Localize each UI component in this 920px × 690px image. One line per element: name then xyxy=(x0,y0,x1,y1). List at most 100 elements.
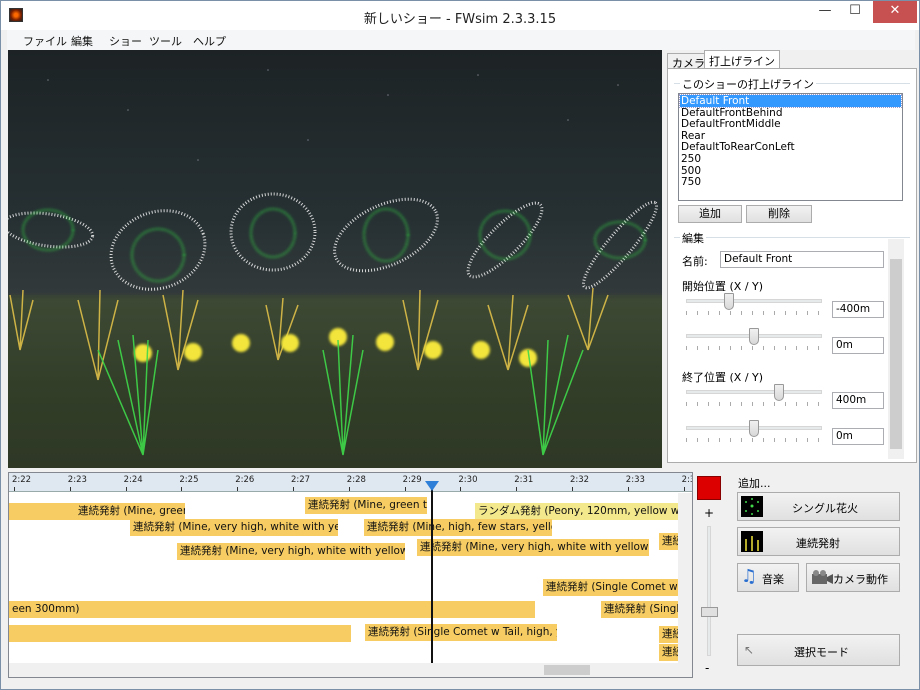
add-music-button[interactable]: ♫ 音楽 xyxy=(737,563,799,592)
time-tick-label: 2:31 xyxy=(514,475,534,485)
time-tick-mark xyxy=(516,487,518,491)
panel-scrollbar-thumb[interactable] xyxy=(890,259,902,449)
select-mode-button[interactable]: ↖ 選択モード xyxy=(737,634,900,666)
add-single-firework-button[interactable]: シングル花火 xyxy=(737,492,900,521)
add-line-button[interactable]: 追加 xyxy=(678,205,742,223)
timeline-event-bar[interactable]: 連続発射 (Mine, green t xyxy=(75,503,185,520)
time-tick-label: 2:24 xyxy=(123,475,143,485)
zoom-out-icon[interactable]: - xyxy=(705,661,709,675)
timeline-event-bar[interactable]: 連続発射 (Single Comet w Tail, high, yell xyxy=(365,624,557,641)
time-tick-mark xyxy=(460,487,462,491)
launch-line-item[interactable]: Rear xyxy=(680,130,901,142)
timeline-event-bar[interactable]: ランダム発射 (Peony, 120mm, yellow w orange xyxy=(475,503,679,520)
add-continuous-label: 連続発射 xyxy=(796,537,840,550)
window-title: 新しいショー - FWsim 2.3.3.15 xyxy=(363,12,557,27)
menu-edit[interactable]: 編集 xyxy=(71,33,93,49)
launch-line-list[interactable]: Default Front DefaultFrontBehind DefaultFr… xyxy=(678,93,903,201)
timeline-event-bar[interactable]: 連続 xyxy=(659,533,679,550)
time-tick-mark xyxy=(348,487,350,491)
menu-help[interactable]: ヘルプ xyxy=(193,33,226,49)
timeline-vertical-scrollbar[interactable] xyxy=(678,493,692,663)
time-tick-label: 2:23 xyxy=(67,475,87,485)
timeline-event-bar[interactable]: 連続発射 (Singl xyxy=(601,601,679,618)
timeline-event-bar[interactable]: 連続発射 (Mine, high, few stars, yellow) xyxy=(364,519,552,536)
name-label: 名前: xyxy=(682,255,708,268)
time-tick-label: 2:34 xyxy=(681,475,692,485)
end-x-slider[interactable] xyxy=(686,390,822,394)
3d-viewport[interactable] xyxy=(8,50,662,468)
launch-line-item[interactable]: DefaultToRearConLeft xyxy=(680,141,901,153)
time-tick-mark xyxy=(14,487,15,491)
zoom-slider-thumb[interactable] xyxy=(701,607,718,618)
continuous-fire-icon xyxy=(741,531,763,552)
start-x-slider[interactable] xyxy=(686,299,822,303)
timeline-event-bar[interactable]: 連続 xyxy=(659,626,679,643)
end-y-field[interactable]: 0m xyxy=(832,428,884,445)
cursor-arrow-icon: ↖ xyxy=(744,643,755,657)
menu-show[interactable]: ショー xyxy=(109,33,142,49)
maximize-button[interactable]: ☐ xyxy=(841,1,869,23)
start-y-slider-thumb[interactable] xyxy=(749,328,759,345)
time-ruler[interactable]: 2:22 2:23 2:24 2:25 2:26 2:27 2:28 2:29 2:30 2:31… xyxy=(9,473,692,492)
launch-line-item[interactable]: DefaultFrontBehind xyxy=(680,107,901,119)
night-stars xyxy=(47,69,619,161)
slider-ticks xyxy=(686,311,822,315)
menu-tools[interactable]: ツール xyxy=(149,33,182,49)
time-tick-mark xyxy=(683,487,685,491)
time-tick-mark xyxy=(627,487,629,491)
end-position-label: 終了位置 (X / Y) xyxy=(682,371,764,384)
start-position-label: 開始位置 (X / Y) xyxy=(682,280,764,293)
launch-line-item[interactable]: DefaultFrontMiddle xyxy=(680,118,901,130)
timeline-event-bar[interactable] xyxy=(9,503,75,520)
timeline[interactable]: 2:22 2:23 2:24 2:25 2:26 2:27 2:28 2:29 2:30 2:31… xyxy=(8,472,693,678)
time-tick-mark xyxy=(404,487,406,491)
end-y-slider-thumb[interactable] xyxy=(749,420,759,437)
timeline-event-bar[interactable]: 連続発射 (Mine, very high, white with yellow… xyxy=(417,539,649,556)
select-mode-label: 選択モード xyxy=(794,646,849,659)
timeline-event-bar[interactable]: 連続発射 (Mine, very high, white with yellow xyxy=(130,519,338,536)
end-x-slider-thumb[interactable] xyxy=(774,384,785,401)
launch-line-item[interactable]: 500 xyxy=(680,165,901,177)
timeline-event-bar[interactable]: 連続 xyxy=(659,644,679,661)
time-tick-label: 2:30 xyxy=(458,475,478,485)
add-continuous-button[interactable]: 連続発射 xyxy=(737,527,900,556)
single-firework-icon xyxy=(741,496,763,517)
green-ring-bursts xyxy=(21,207,647,283)
time-tick-label: 2:29 xyxy=(402,475,422,485)
launch-line-item[interactable]: 250 xyxy=(680,153,901,165)
time-tick-mark xyxy=(181,487,183,491)
timeline-event-bar[interactable]: 連続発射 (Single Comet w T xyxy=(543,579,679,596)
time-tick-mark xyxy=(293,487,294,491)
tab-launch-lines[interactable]: 打上げライン xyxy=(704,50,780,69)
menu-file[interactable]: ファイル xyxy=(23,33,67,49)
delete-line-button[interactable]: 削除 xyxy=(746,205,812,223)
title-bar: 新しいショー - FWsim 2.3.3.15 — ☐ ✕ xyxy=(1,1,919,30)
timeline-event-bar[interactable]: een 300mm) xyxy=(9,601,535,618)
close-button[interactable]: ✕ xyxy=(873,1,917,23)
timeline-event-bar[interactable]: 連続発射 (Mine, green tail xyxy=(305,497,427,514)
time-tick-label: 2:25 xyxy=(179,475,199,485)
time-tick-label: 2:28 xyxy=(346,475,366,485)
minimize-button[interactable]: — xyxy=(811,1,839,23)
name-field[interactable]: Default Front xyxy=(720,251,884,268)
end-x-field[interactable]: 400m xyxy=(832,392,884,409)
time-tick-mark xyxy=(125,487,127,491)
launch-line-item[interactable]: 750 xyxy=(680,176,901,188)
zoom-slider[interactable] xyxy=(707,526,711,656)
edit-group-title: 編集 xyxy=(680,230,706,246)
start-y-field[interactable]: 0m xyxy=(832,337,884,354)
zoom-in-icon[interactable]: + xyxy=(704,506,714,520)
add-camera-motion-button[interactable]: カメラ動作 xyxy=(806,563,900,592)
timeline-event-bar[interactable] xyxy=(9,625,351,642)
start-x-slider-thumb[interactable] xyxy=(723,293,734,310)
timeline-event-bar[interactable]: 連続発射 (Mine, very high, white with yellow… xyxy=(177,543,405,560)
launch-line-item[interactable]: Default Front xyxy=(679,94,902,108)
timeline-scrollbar-thumb[interactable] xyxy=(544,665,590,675)
launch-lines-panel: このショーの打上げライン Default Front DefaultFrontBe… xyxy=(667,68,917,463)
menu-bar: ファイル 編集 ショー ツール ヘルプ xyxy=(7,30,915,50)
music-note-icon: ♫ xyxy=(741,566,758,587)
group-divider xyxy=(674,237,910,238)
record-button[interactable] xyxy=(697,476,721,500)
playhead-marker[interactable] xyxy=(425,481,439,491)
start-x-field[interactable]: -400m xyxy=(832,301,884,318)
